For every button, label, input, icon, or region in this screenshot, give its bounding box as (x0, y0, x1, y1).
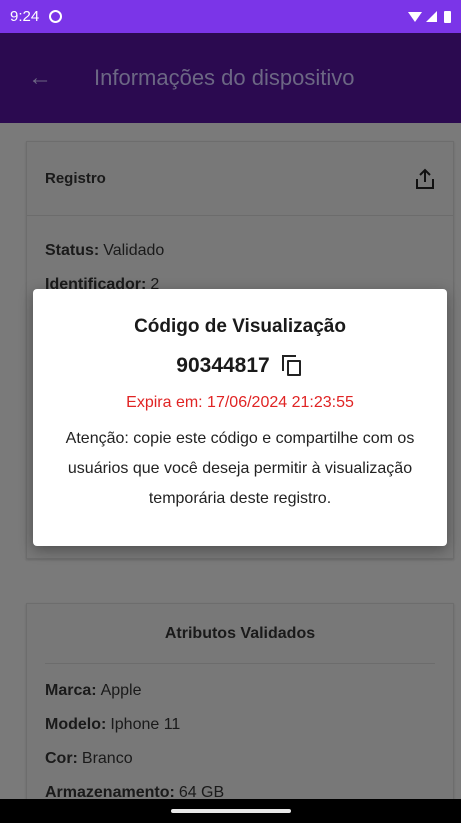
marca-value: Apple (100, 682, 142, 699)
navigation-bar (0, 799, 461, 823)
status-time: 9:24 (10, 8, 40, 25)
app-bar: ← Informações do dispositivo (0, 33, 461, 123)
registro-card-header: Registro (27, 142, 453, 216)
visualization-code-dialog: Código de Visualização 90344817 Expira e… (33, 289, 447, 546)
expiration-text: Expira em: 17/06/2024 21:23:55 (126, 394, 354, 411)
status-row: Status: Validado (27, 234, 453, 268)
status-icons (408, 10, 451, 23)
signal-icon (426, 11, 437, 22)
wifi-icon (408, 11, 422, 22)
atributos-card: Atributos Validados Marca: Apple Modelo:… (26, 603, 454, 823)
cor-row: Cor: Branco (27, 742, 453, 776)
share-icon[interactable] (415, 168, 435, 190)
modelo-label: Modelo: (45, 716, 107, 733)
copy-icon[interactable] (281, 355, 304, 377)
cor-value: Branco (81, 750, 133, 767)
status-label: Status: (45, 242, 100, 259)
code-row: 90344817 (33, 354, 447, 378)
registro-title: Registro (45, 170, 106, 187)
modelo-row: Modelo: Iphone 11 (27, 708, 453, 742)
cor-label: Cor: (45, 750, 78, 767)
back-arrow-icon[interactable]: ← (12, 64, 68, 92)
status-bar: 9:24 (0, 0, 461, 33)
atributos-title: Atributos Validados (45, 604, 435, 664)
modelo-value: Iphone 11 (110, 716, 181, 733)
dialog-message: Atenção: copie este código e compartilhe… (65, 430, 415, 507)
marca-label: Marca: (45, 682, 97, 699)
visualization-code[interactable]: 90344817 (176, 354, 269, 378)
home-indicator[interactable] (170, 809, 291, 813)
page-title: Informações do dispositivo (94, 65, 355, 90)
dialog-title: Código de Visualização (134, 316, 346, 337)
notification-icon (49, 10, 63, 23)
marca-row: Marca: Apple (27, 674, 453, 708)
status-value: Validado (103, 242, 165, 259)
battery-icon (444, 10, 451, 23)
